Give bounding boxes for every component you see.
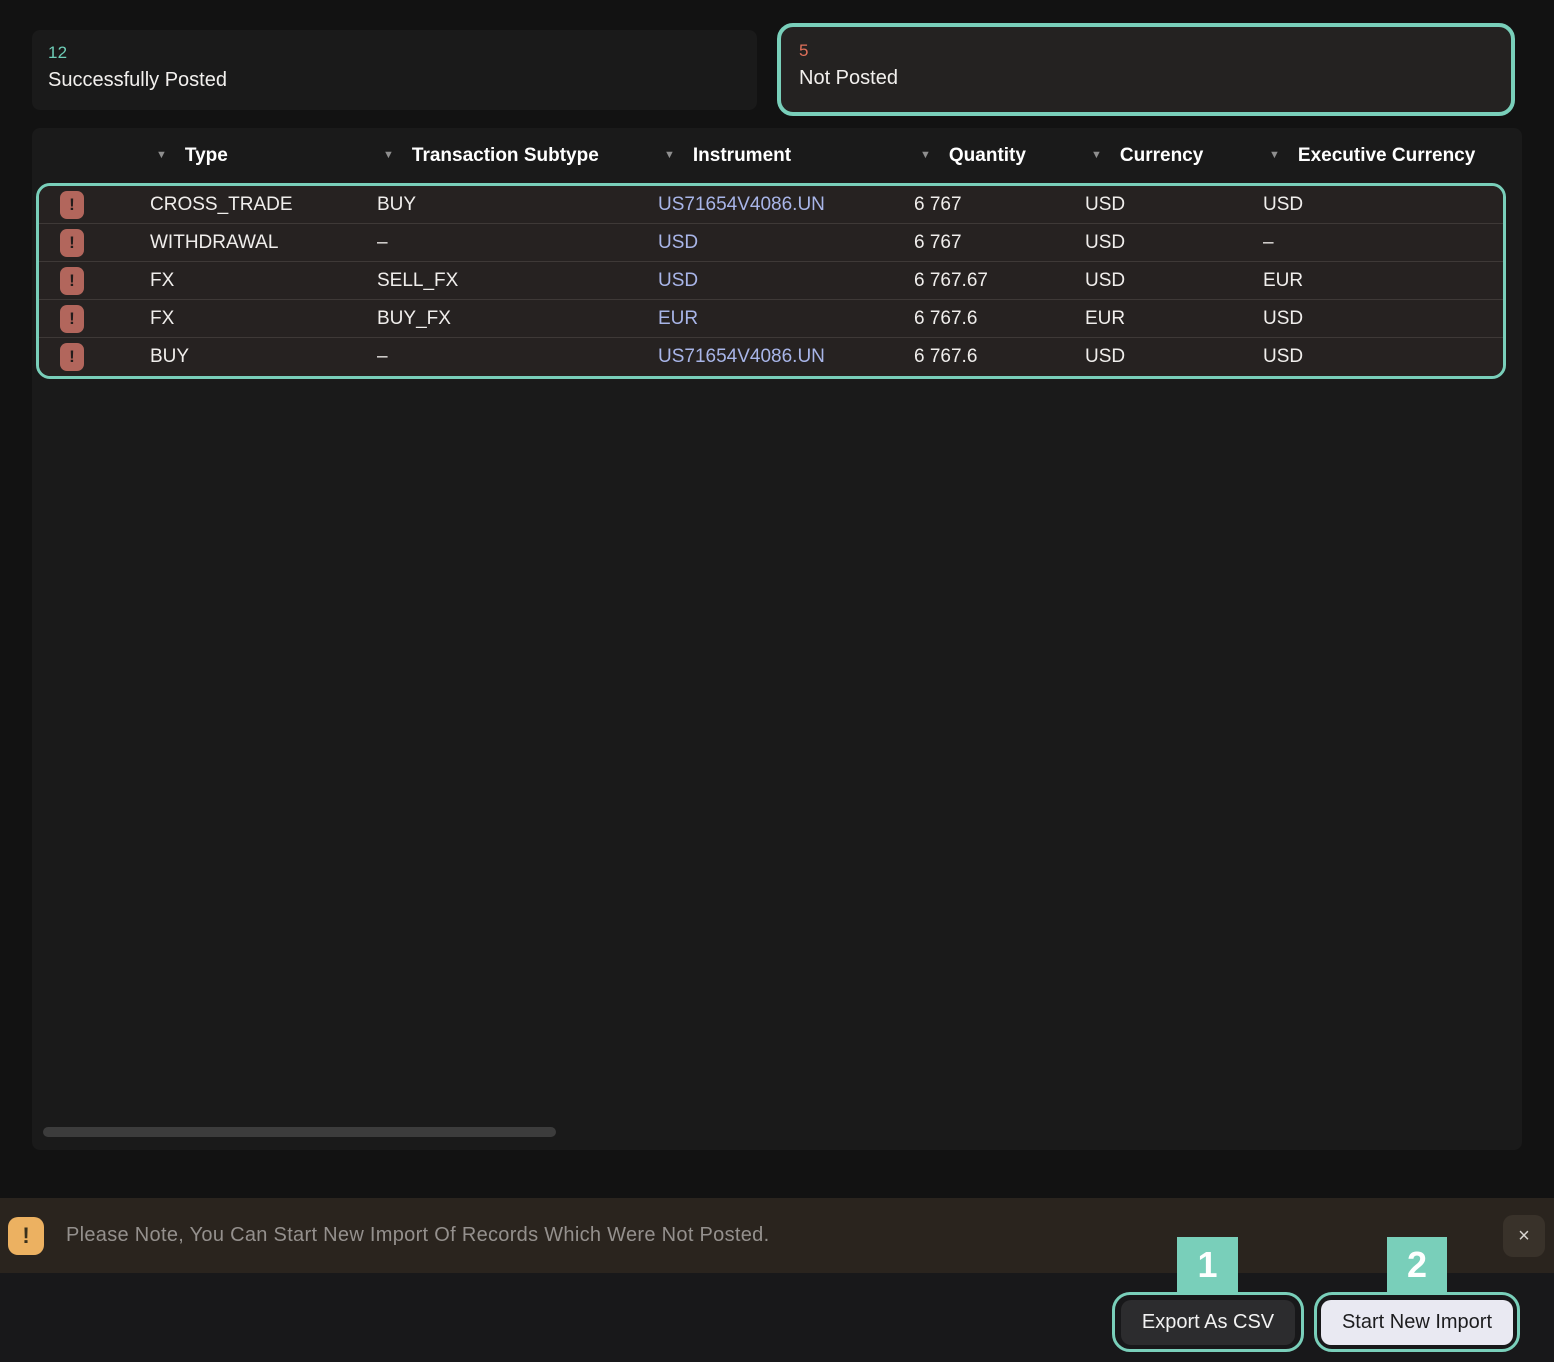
not-posted-summary-card[interactable]: 5 Not Posted	[777, 23, 1515, 116]
export-csv-highlight-ring: Export As CSV	[1112, 1292, 1304, 1352]
table-row[interactable]: ! FX BUY_FX EUR 6 767.6 EUR USD	[39, 300, 1503, 338]
cell-type: WITHDRAWAL	[142, 232, 369, 254]
annotation-badge-1: 1	[1177, 1237, 1238, 1292]
column-label: Instrument	[693, 145, 791, 167]
error-icon: !	[60, 343, 84, 371]
warning-icon: !	[8, 1217, 44, 1255]
column-label: Transaction Subtype	[412, 145, 599, 167]
posted-summary-card[interactable]: 12 Successfully Posted	[32, 30, 757, 110]
cell-type: BUY	[142, 346, 369, 368]
cell-executive-currency: USD	[1255, 346, 1503, 368]
cell-quantity: 6 767.67	[906, 270, 1077, 292]
records-table-panel: ▼ Type ▼ Transaction Subtype ▼ Instrumen…	[32, 128, 1522, 1150]
cell-executive-currency: EUR	[1255, 270, 1503, 292]
cell-subtype: –	[369, 346, 650, 368]
notification-bar: ! Please Note, You Can Start New Import …	[0, 1198, 1554, 1273]
error-icon: !	[60, 229, 84, 257]
close-icon[interactable]: ×	[1503, 1215, 1545, 1257]
start-new-import-highlight-ring: Start New Import	[1314, 1292, 1520, 1352]
cell-quantity: 6 767.6	[906, 308, 1077, 330]
cell-type: FX	[142, 308, 369, 330]
cell-subtype: BUY_FX	[369, 308, 650, 330]
cell-instrument-link[interactable]: USD	[650, 270, 906, 292]
cell-type: FX	[142, 270, 369, 292]
cell-currency: USD	[1077, 270, 1255, 292]
posted-count: 12	[48, 43, 741, 63]
column-header-quantity[interactable]: ▼ Quantity	[906, 145, 1077, 167]
posted-label: Successfully Posted	[48, 69, 741, 92]
cell-currency: EUR	[1077, 308, 1255, 330]
cell-quantity: 6 767.6	[906, 346, 1077, 368]
horizontal-scrollbar-thumb[interactable]	[43, 1127, 556, 1137]
chevron-down-icon[interactable]: ▼	[1269, 150, 1280, 161]
column-label: Executive Currency	[1298, 145, 1475, 167]
table-row[interactable]: ! CROSS_TRADE BUY US71654V4086.UN 6 767 …	[39, 186, 1503, 224]
table-row[interactable]: ! BUY – US71654V4086.UN 6 767.6 USD USD	[39, 338, 1503, 376]
table-header-row: ▼ Type ▼ Transaction Subtype ▼ Instrumen…	[32, 128, 1522, 183]
export-csv-button[interactable]: Export As CSV	[1121, 1300, 1295, 1345]
chevron-down-icon[interactable]: ▼	[156, 150, 167, 161]
error-icon: !	[60, 267, 84, 295]
not-posted-rows-group: ! CROSS_TRADE BUY US71654V4086.UN 6 767 …	[36, 183, 1506, 379]
column-label: Quantity	[949, 145, 1026, 167]
error-icon: !	[60, 191, 84, 219]
column-header-type[interactable]: ▼ Type	[142, 145, 369, 167]
start-new-import-button[interactable]: Start New Import	[1321, 1300, 1513, 1345]
cell-executive-currency: –	[1255, 232, 1503, 254]
column-label: Currency	[1120, 145, 1203, 167]
chevron-down-icon[interactable]: ▼	[1091, 150, 1102, 161]
cell-quantity: 6 767	[906, 232, 1077, 254]
cell-instrument-link[interactable]: US71654V4086.UN	[650, 194, 906, 216]
chevron-down-icon[interactable]: ▼	[383, 150, 394, 161]
column-header-instrument[interactable]: ▼ Instrument	[650, 145, 906, 167]
annotation-badge-2: 2	[1387, 1237, 1447, 1292]
table-row[interactable]: ! WITHDRAWAL – USD 6 767 USD –	[39, 224, 1503, 262]
cell-subtype: –	[369, 232, 650, 254]
chevron-down-icon[interactable]: ▼	[920, 150, 931, 161]
chevron-down-icon[interactable]: ▼	[664, 150, 675, 161]
cell-currency: USD	[1077, 194, 1255, 216]
cell-quantity: 6 767	[906, 194, 1077, 216]
cell-instrument-link[interactable]: USD	[650, 232, 906, 254]
cell-executive-currency: USD	[1255, 194, 1503, 216]
column-header-executive-currency[interactable]: ▼ Executive Currency	[1255, 145, 1522, 167]
not-posted-count: 5	[799, 41, 1493, 61]
error-icon: !	[60, 305, 84, 333]
cell-subtype: BUY	[369, 194, 650, 216]
column-header-currency[interactable]: ▼ Currency	[1077, 145, 1255, 167]
not-posted-label: Not Posted	[799, 67, 1493, 90]
cell-instrument-link[interactable]: EUR	[650, 308, 906, 330]
cell-type: CROSS_TRADE	[142, 194, 369, 216]
column-label: Type	[185, 145, 228, 167]
cell-instrument-link[interactable]: US71654V4086.UN	[650, 346, 906, 368]
cell-currency: USD	[1077, 346, 1255, 368]
notification-message: Please Note, You Can Start New Import Of…	[66, 1224, 769, 1247]
import-results-screen: 12 Successfully Posted 5 Not Posted ▼ Ty…	[0, 0, 1554, 1362]
column-header-transaction-subtype[interactable]: ▼ Transaction Subtype	[369, 145, 650, 167]
cell-currency: USD	[1077, 232, 1255, 254]
cell-subtype: SELL_FX	[369, 270, 650, 292]
table-row[interactable]: ! FX SELL_FX USD 6 767.67 USD EUR	[39, 262, 1503, 300]
cell-executive-currency: USD	[1255, 308, 1503, 330]
